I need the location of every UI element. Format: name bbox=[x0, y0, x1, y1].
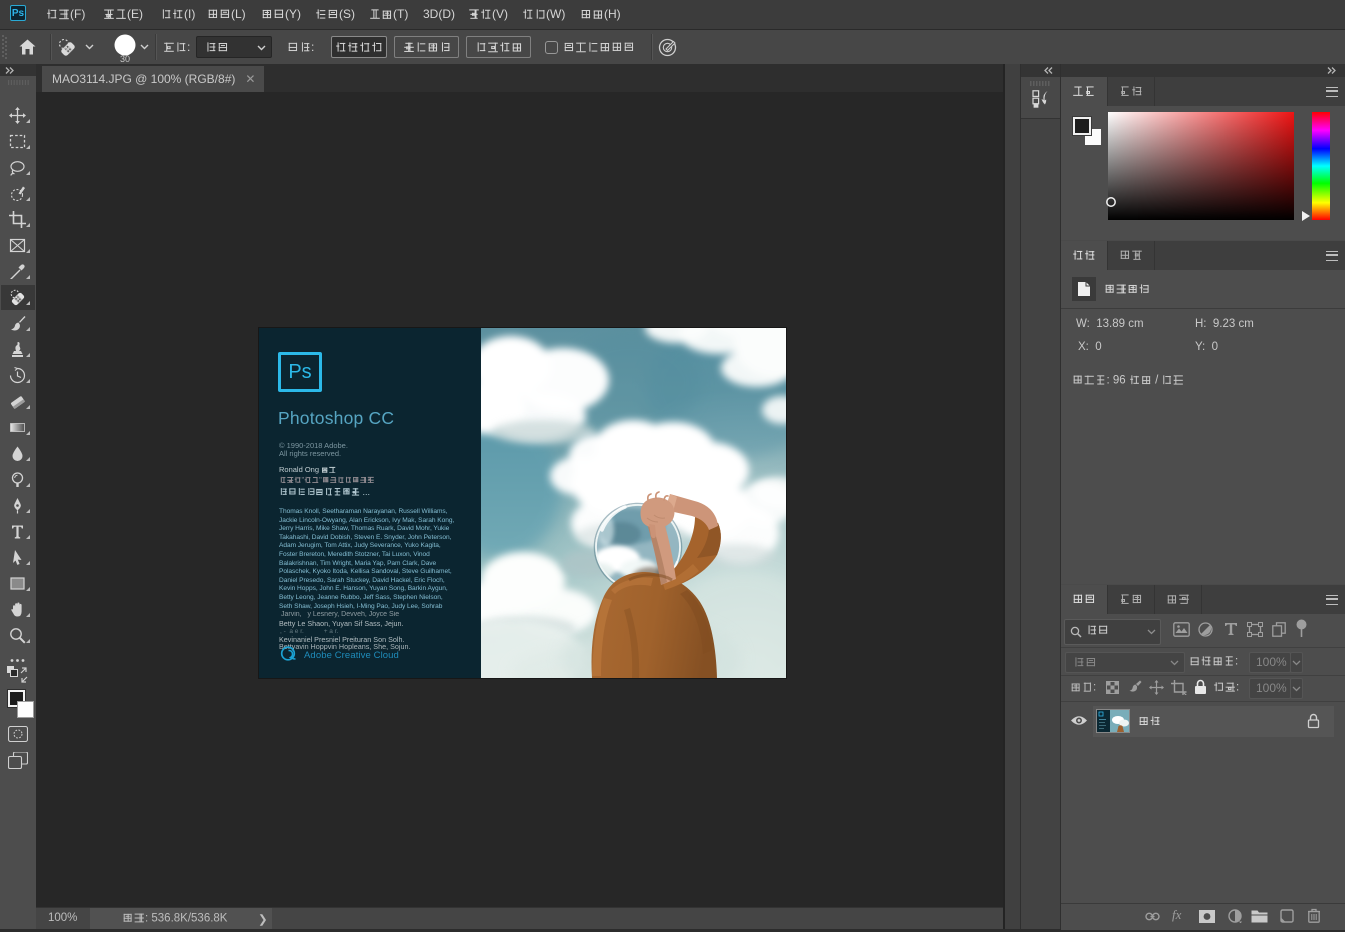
svg-text:30: 30 bbox=[120, 54, 130, 63]
